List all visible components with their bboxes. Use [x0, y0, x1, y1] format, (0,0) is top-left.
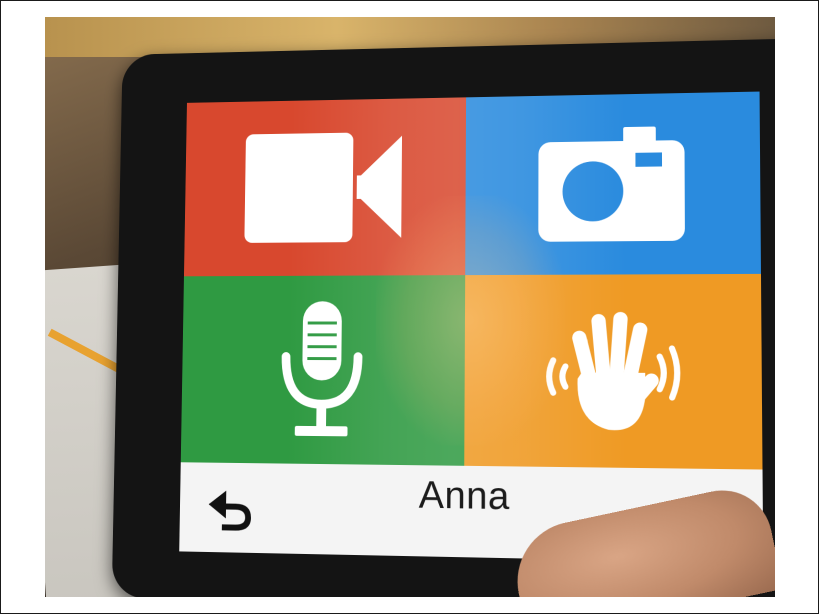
wave-tile[interactable] [464, 273, 763, 470]
back-arrow-icon [208, 490, 252, 531]
tablet-screen: Anna [179, 91, 764, 564]
microphone-icon [267, 301, 376, 437]
back-button[interactable] [201, 484, 260, 535]
waving-hand-icon [535, 311, 689, 431]
video-camera-icon [244, 132, 403, 243]
video-tile[interactable] [183, 97, 467, 277]
audio-tile[interactable] [180, 275, 466, 466]
contact-name: Anna [418, 473, 510, 518]
image-frame: Anna [0, 0, 819, 614]
tablet-device: Anna [111, 38, 775, 597]
bottom-bar: Anna [179, 462, 764, 564]
photo-scene: Anna [45, 17, 775, 597]
photo-tile[interactable] [465, 91, 761, 276]
photo-camera-icon [538, 126, 685, 242]
